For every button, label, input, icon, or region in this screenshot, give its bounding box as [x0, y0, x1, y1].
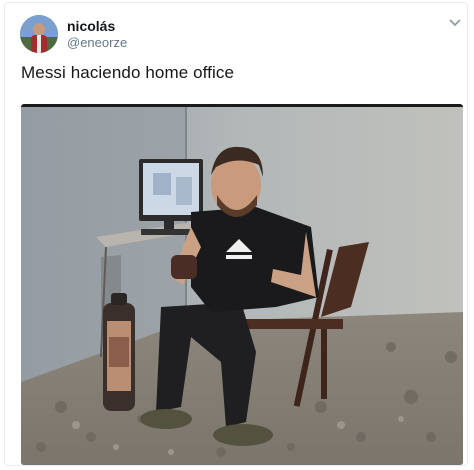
chevron-down-icon[interactable]	[448, 16, 462, 30]
tweet-text: Messi haciendo home office	[21, 63, 235, 82]
tweet-photo[interactable]	[21, 104, 463, 465]
user-handle[interactable]: @eneorze	[67, 35, 127, 50]
tweet-card[interactable]: nicolás @eneorze Messi haciendo home off…	[4, 2, 468, 466]
display-name[interactable]: nicolás	[67, 18, 115, 34]
avatar[interactable]	[20, 15, 58, 53]
messi-home-office-photo	[21, 107, 463, 465]
profile-photo-icon	[20, 15, 58, 53]
